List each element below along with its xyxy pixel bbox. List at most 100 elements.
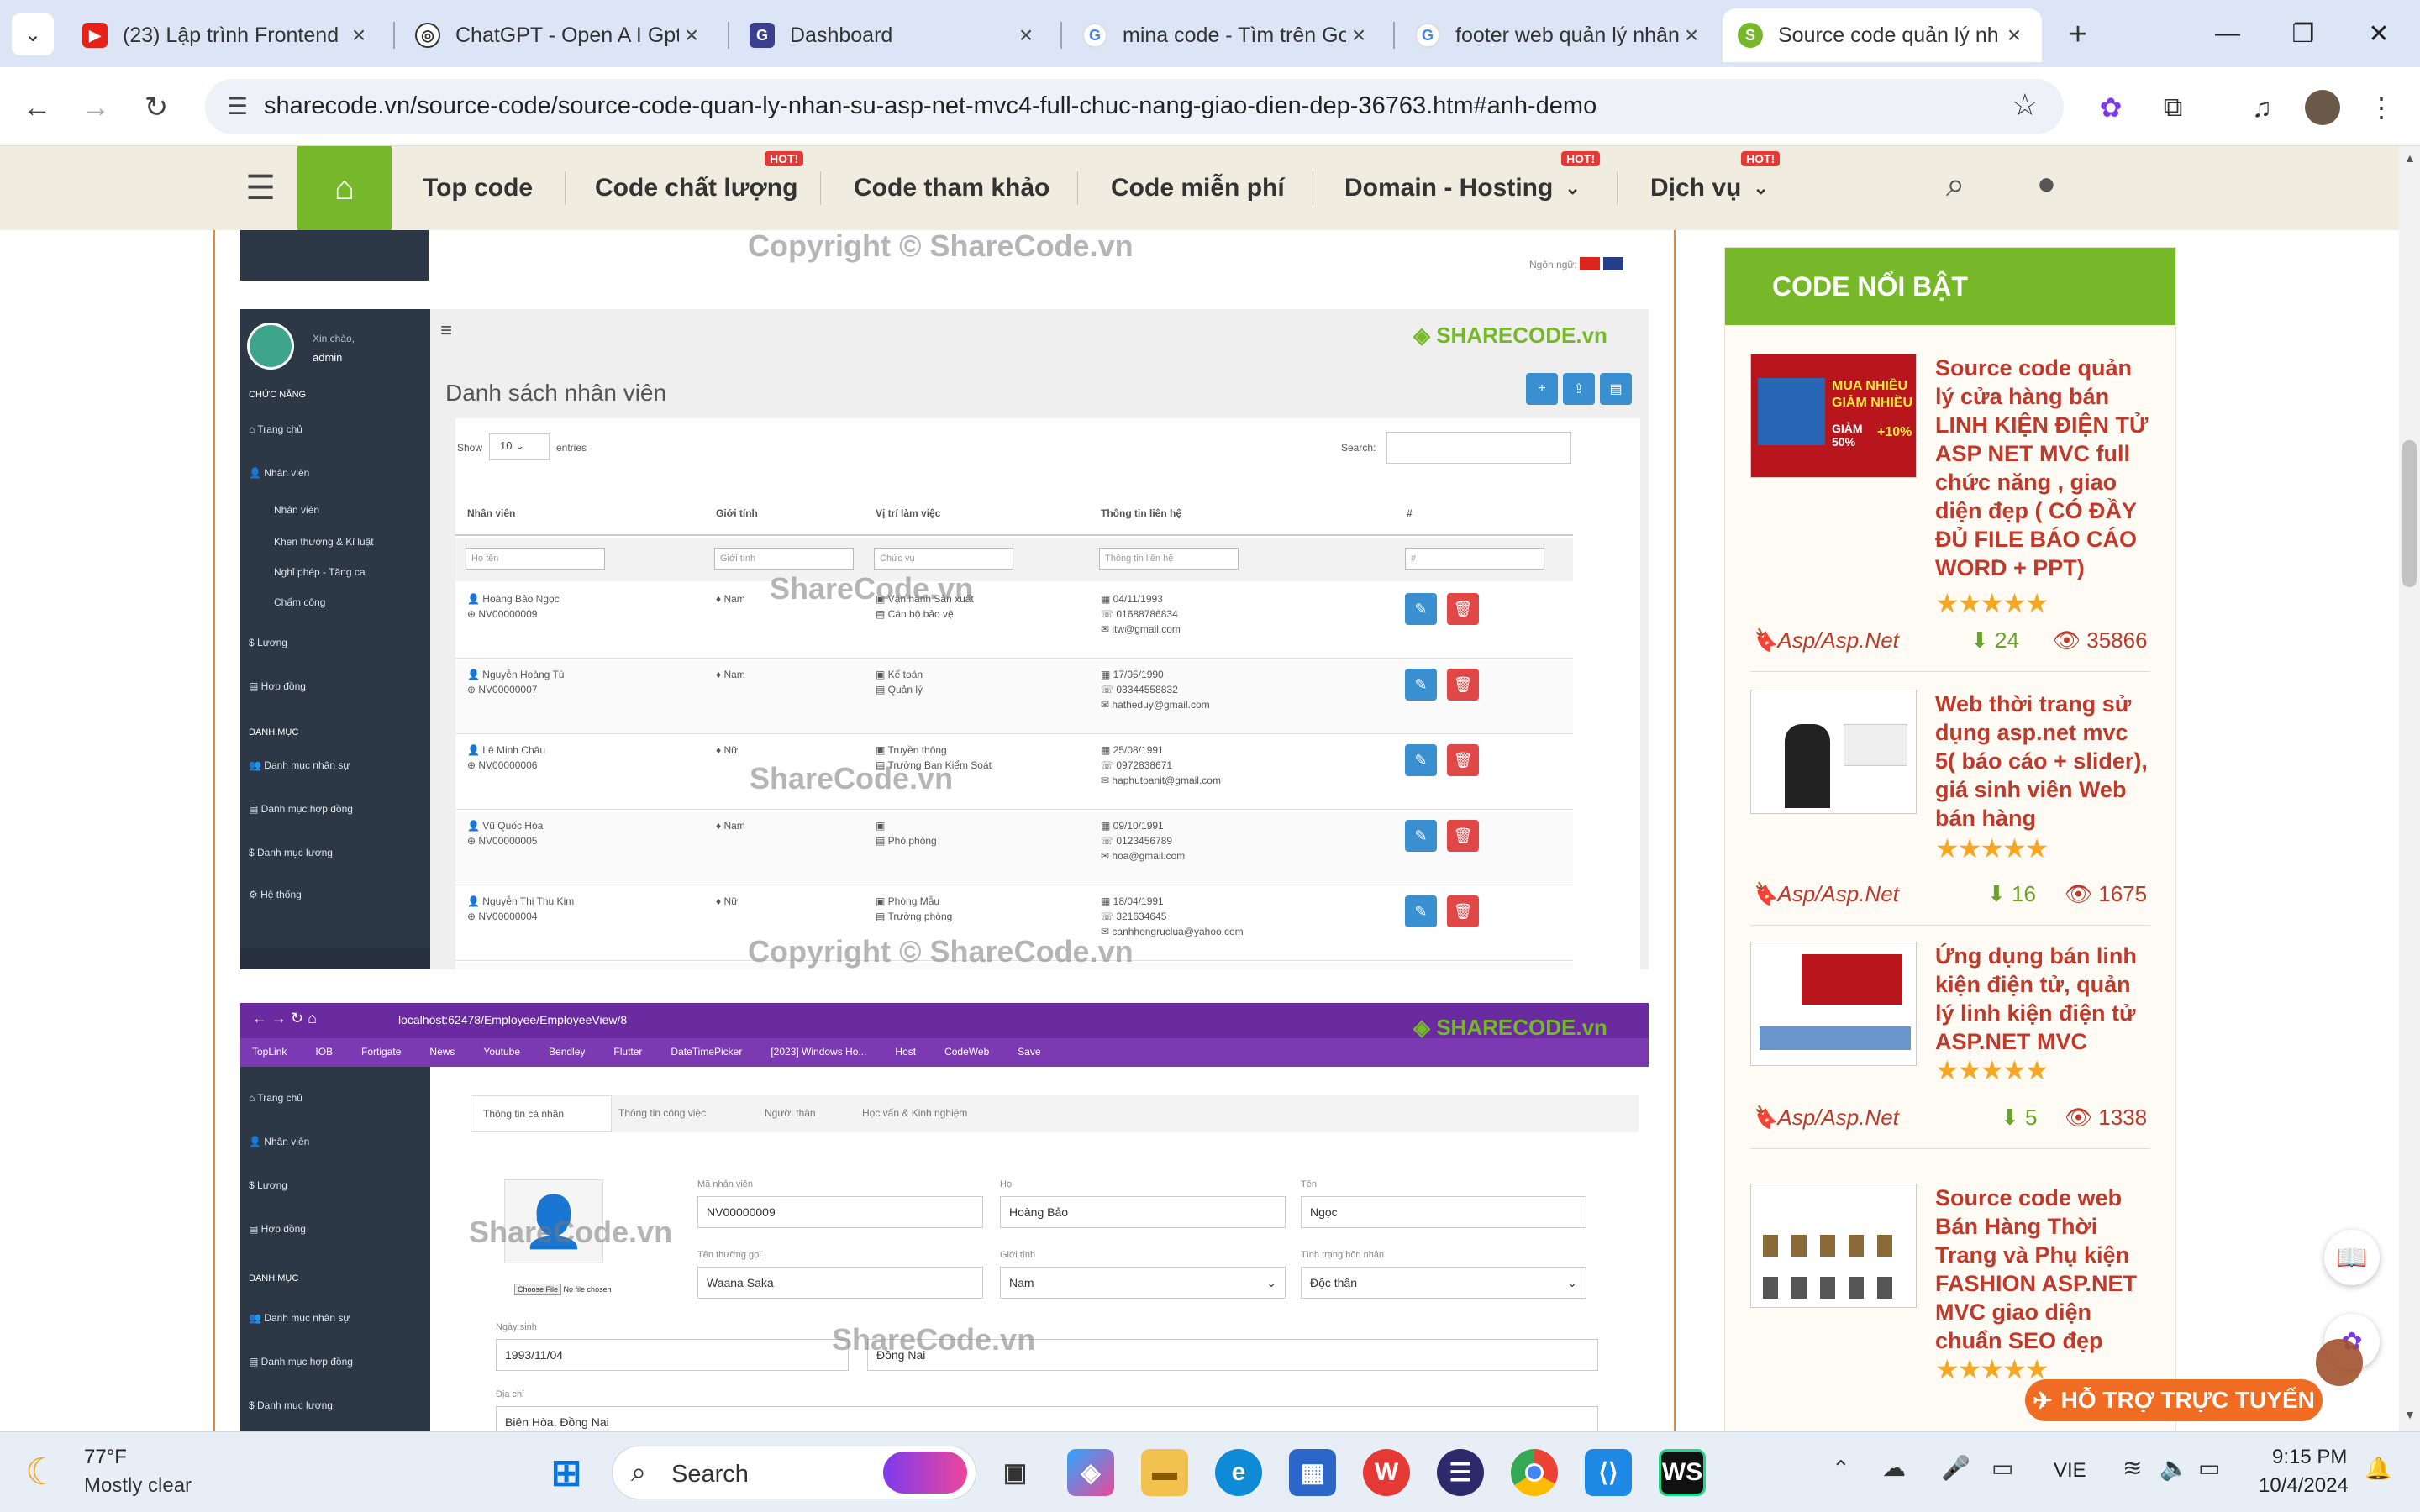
sidebar-item-salary[interactable]: $ Lương (249, 637, 287, 648)
bookmark-item[interactable]: Fortigate (361, 1046, 401, 1058)
column-header[interactable]: # (1407, 507, 1413, 519)
hamburger-menu-icon[interactable]: ☰ (227, 146, 294, 230)
minimize-icon[interactable]: — (2198, 12, 2257, 55)
card-thumbnail[interactable] (1750, 1184, 1917, 1308)
address-input[interactable]: Biên Hòa, Đồng Nai (496, 1406, 1598, 1431)
notification-bell-icon[interactable]: 🔔 (2365, 1456, 2391, 1482)
reload-icon[interactable]: ↻ (134, 86, 178, 129)
search-input[interactable] (1386, 432, 1571, 464)
delete-button[interactable]: 🗑 (1447, 820, 1479, 852)
clock-date[interactable]: 10/4/2024 (2259, 1474, 2349, 1498)
add-button[interactable]: + (1526, 373, 1558, 405)
code-input[interactable]: NV00000009 (697, 1196, 983, 1228)
profile-avatar[interactable] (2301, 86, 2344, 129)
tray-overflow-icon[interactable]: ⌃ (1832, 1456, 1850, 1482)
export-button[interactable]: ▤ (1600, 373, 1632, 405)
forward-icon[interactable]: → (74, 86, 118, 129)
bookmark-star-icon[interactable]: ☆ (2012, 87, 2039, 123)
weather-icon[interactable]: ☾ (25, 1451, 58, 1494)
start-icon[interactable]: ⊞ (543, 1449, 590, 1496)
wifi-icon[interactable]: ≋ (2123, 1454, 2142, 1482)
scroll-up-arrow-icon[interactable]: ▲ (2404, 151, 2416, 165)
bookmark-item[interactable]: Flutter (613, 1046, 642, 1058)
dob-input[interactable]: 1993/11/04 (496, 1339, 849, 1371)
volume-icon[interactable]: 🔈 (2160, 1454, 2189, 1482)
tab-dashboard[interactable]: G Dashboard × (734, 8, 1054, 62)
card-title[interactable]: Source code web Bán Hàng Thời Trang và P… (1935, 1184, 2150, 1355)
menu-toggle-icon[interactable]: ≡ (440, 319, 452, 343)
column-header[interactable]: Nhân viên (467, 507, 515, 519)
marital-select[interactable]: Độc thân ⌄ (1301, 1267, 1586, 1299)
filter-input[interactable]: Họ tên (466, 548, 605, 570)
extensions-puzzle-icon[interactable]: ⧉ (2151, 86, 2195, 129)
restore-icon[interactable]: ❐ (2274, 12, 2333, 55)
extension-icon[interactable]: ✿ (2089, 86, 2133, 129)
reading-mode-icon[interactable]: 📖 (2324, 1230, 2380, 1285)
nav-code-mien-phi[interactable]: Code miễn phí (1111, 146, 1285, 230)
support-chat-button[interactable]: ✈ HỖ TRỢ TRỰC TUYẾN (2025, 1379, 2323, 1421)
filter-input[interactable]: Chức vụ (874, 548, 1013, 570)
edit-button[interactable]: ✎ (1405, 593, 1437, 625)
filter-input[interactable]: # (1405, 548, 1544, 570)
first-name-input[interactable]: Ngọc (1301, 1196, 1586, 1228)
clock-time[interactable]: 9:15 PM (2272, 1446, 2347, 1469)
edit-button[interactable]: ✎ (1405, 895, 1437, 927)
form-tab[interactable]: Thông tin công việc (618, 1107, 706, 1119)
delete-button[interactable]: 🗑 (1447, 744, 1479, 776)
close-window-icon[interactable]: ✕ (2349, 12, 2408, 55)
column-header[interactable]: Vị trí làm việc (876, 507, 940, 519)
filter-input[interactable]: Thông tin liên hệ (1099, 548, 1239, 570)
card-title[interactable]: Web thời trang sử dụng asp.net mvc 5( bá… (1935, 690, 2150, 832)
home-icon[interactable]: ⌂ (297, 146, 392, 230)
nav-top-code[interactable]: Top code (423, 146, 533, 230)
gender-select[interactable]: Nam ⌄ (1000, 1267, 1286, 1299)
webstorm-icon[interactable]: WS (1659, 1449, 1706, 1496)
close-tab-icon[interactable]: × (1346, 22, 1371, 49)
close-tab-icon[interactable]: × (679, 22, 704, 49)
flag-uk-icon[interactable] (1603, 257, 1623, 270)
column-header[interactable]: Thông tin liên hệ (1101, 507, 1181, 519)
edit-button[interactable]: ✎ (1405, 744, 1437, 776)
back-icon[interactable]: ← (15, 86, 59, 129)
sidebar-subitem-attendance[interactable]: Chấm công (274, 596, 325, 608)
bookmark-item[interactable]: News (429, 1046, 455, 1058)
filter-input[interactable]: Giới tính (714, 548, 854, 570)
card-title[interactable]: Source code quản lý cửa hàng bán LINH KI… (1935, 354, 2150, 582)
tab-youtube[interactable]: ▶ (23) Lập trình Frontend × (67, 8, 387, 62)
edge-icon[interactable]: e (1215, 1449, 1262, 1496)
sidebar-subitem-employees[interactable]: Nhân viên (274, 504, 319, 516)
more-menu-icon[interactable]: ⋮ (2360, 86, 2403, 129)
tab-search-button[interactable]: ⌄ (12, 13, 54, 55)
vscode-icon[interactable]: ⟨⟩ (1585, 1449, 1632, 1496)
sidebar-subitem-rewards[interactable]: Khen thưởng & Kỉ luật (274, 536, 374, 548)
edit-button[interactable]: ✎ (1405, 820, 1437, 852)
tab-google-mina[interactable]: G mina code - Tìm trên Go × (1067, 8, 1386, 62)
column-header[interactable]: Giới tính (716, 507, 758, 519)
page-scrollbar[interactable]: ▲ ▼ (2399, 146, 2420, 1431)
microphone-icon[interactable]: 🎤 (1941, 1454, 1970, 1482)
bookmark-item[interactable]: Save (1018, 1046, 1040, 1058)
nav-domain-hosting[interactable]: Domain - Hosting ⌄ (1344, 146, 1581, 230)
media-control-icon[interactable]: ♫ (2240, 86, 2284, 129)
store-icon[interactable]: ▦ (1289, 1449, 1336, 1496)
nickname-input[interactable]: Waana Saka (697, 1267, 983, 1299)
form-tab[interactable]: Học vấn & Kinh nghiệm (862, 1107, 967, 1119)
new-tab-button[interactable]: + (2057, 13, 2099, 55)
tab-chatgpt[interactable]: ◎ ChatGPT - Open A I Gpt × (400, 8, 719, 62)
bookmark-item[interactable]: TopLink (252, 1046, 287, 1058)
form-tab[interactable]: Người thân (765, 1107, 816, 1119)
close-tab-icon[interactable]: × (2002, 22, 2027, 49)
sidebar-subitem-leave[interactable]: Nghỉ phép - Tăng ca (274, 566, 366, 578)
sidebar-item-hr-catalog[interactable]: 👥 Danh mục nhân sự (249, 759, 350, 771)
card-title[interactable]: Ứng dụng bán linh kiện điện tử, quản lý … (1935, 942, 2150, 1056)
bookmark-item[interactable]: Bendley (549, 1046, 585, 1058)
user-icon[interactable]: ● (2037, 166, 2056, 202)
chat-bubble-icon[interactable] (2316, 1339, 2363, 1386)
delete-button[interactable]: 🗑 (1447, 669, 1479, 701)
sidebar-item-contract-catalog[interactable]: ▤ Danh mục hợp đồng (249, 803, 353, 815)
display-icon[interactable]: ▭ (1991, 1454, 2013, 1482)
tab-sharecode-active[interactable]: S Source code quản lý nh × (1723, 8, 2042, 62)
search-icon[interactable]: ⌕ (1946, 166, 1965, 204)
chrome-icon[interactable] (1511, 1449, 1558, 1496)
edit-button[interactable]: ✎ (1405, 669, 1437, 701)
